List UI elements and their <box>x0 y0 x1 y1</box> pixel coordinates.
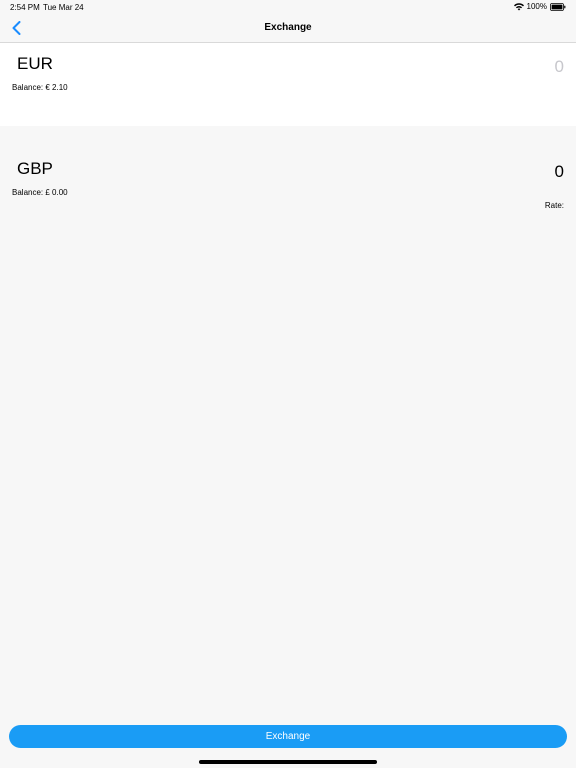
page-title: Exchange <box>264 22 312 33</box>
from-currency-panel: EUR Balance: € 2.10 <box>0 43 576 126</box>
exchange-rate: Rate: <box>544 201 564 210</box>
status-bar: 2:54 PM Tue Mar 24 100% <box>0 0 576 14</box>
battery-icon <box>550 2 566 11</box>
status-date: Tue Mar 24 <box>43 3 84 12</box>
from-currency-code[interactable]: EUR <box>17 54 53 74</box>
wifi-icon <box>513 2 524 10</box>
from-balance: Balance: € 2.10 <box>12 83 68 92</box>
from-amount-input[interactable] <box>424 56 564 78</box>
navigation-bar: Exchange <box>0 14 576 43</box>
to-amount: 0 <box>554 162 564 181</box>
to-balance: Balance: £ 0.00 <box>12 188 68 197</box>
status-time: 2:54 PM <box>10 3 40 12</box>
exchange-screen: 2:54 PM Tue Mar 24 100% Exchange EUR Bal… <box>0 0 576 768</box>
to-currency-panel: GBP Balance: £ 0.00 0 Rate: <box>0 126 576 226</box>
exchange-button[interactable]: Exchange <box>9 725 567 748</box>
status-indicators: 100% <box>513 2 566 11</box>
home-indicator <box>199 760 377 764</box>
to-currency-code[interactable]: GBP <box>17 159 53 179</box>
battery-percentage: 100% <box>526 2 547 11</box>
